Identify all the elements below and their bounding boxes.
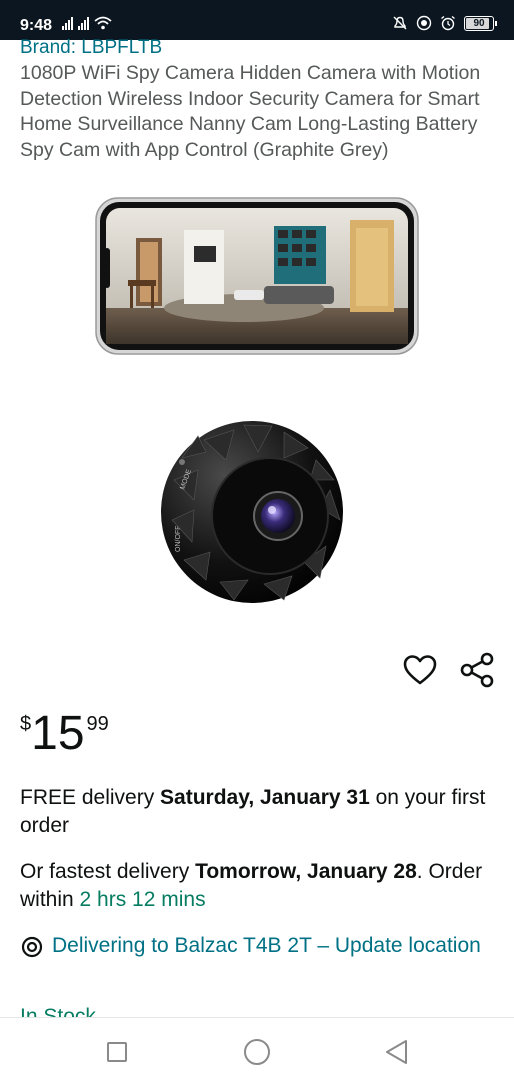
location-pin-icon <box>21 936 43 958</box>
free-delivery-date: Saturday, January 31 <box>160 786 370 809</box>
price-fraction: 99 <box>86 713 109 735</box>
wifi-icon <box>94 16 112 30</box>
status-time: 9:48 <box>20 17 53 34</box>
system-nav-bar <box>0 1017 514 1085</box>
status-bar: 9:48 90 <box>0 0 514 40</box>
fastest-delivery-message: Or fastest delivery Tomorrow, January 28… <box>20 858 498 914</box>
alarm-icon <box>441 15 455 31</box>
product-image[interactable]: MODE ON/OFF <box>94 190 424 620</box>
signal-icon <box>62 17 73 30</box>
home-icon[interactable] <box>244 1039 270 1065</box>
mute-icon <box>393 16 407 30</box>
delivery-countdown: 2 hrs 12 mins <box>79 888 206 911</box>
battery-icon: 90 <box>464 15 497 31</box>
phone-illustration <box>95 197 419 355</box>
status-left-icons <box>62 16 112 30</box>
share-icon[interactable] <box>458 651 496 689</box>
price: $ 15 99 <box>20 706 109 762</box>
recent-apps-icon[interactable] <box>107 1042 127 1062</box>
fastest-delivery-prefix: Or fastest delivery <box>20 860 196 883</box>
brand-link[interactable]: Brand: LBPFLTB <box>20 37 162 59</box>
free-delivery-prefix: FREE delivery <box>20 786 161 809</box>
product-title: 1080P WiFi Spy Camera Hidden Camera with… <box>20 62 481 161</box>
data-saver-icon <box>416 15 432 31</box>
free-delivery-message: FREE delivery Saturday, January 31 on yo… <box>20 784 498 840</box>
battery-level: 90 <box>473 17 485 29</box>
price-whole: 15 <box>31 707 85 760</box>
price-symbol: $ <box>20 713 32 735</box>
heart-icon[interactable] <box>402 652 438 688</box>
signal-icon <box>78 17 89 30</box>
camera-onoff-label: ON/OFF <box>175 526 182 552</box>
status-right-icons: 90 <box>392 15 497 31</box>
delivery-location[interactable]: Delivering to Balzac T4B 2T – Update loc… <box>20 932 498 960</box>
stock-status: In Stock <box>20 1005 96 1018</box>
back-icon[interactable] <box>384 1039 408 1065</box>
camera-illustration: MODE ON/OFF <box>161 421 343 603</box>
update-location-link[interactable]: Delivering to Balzac T4B 2T – Update loc… <box>52 932 481 960</box>
fastest-delivery-date: Tomorrow, January 28 <box>195 860 417 883</box>
